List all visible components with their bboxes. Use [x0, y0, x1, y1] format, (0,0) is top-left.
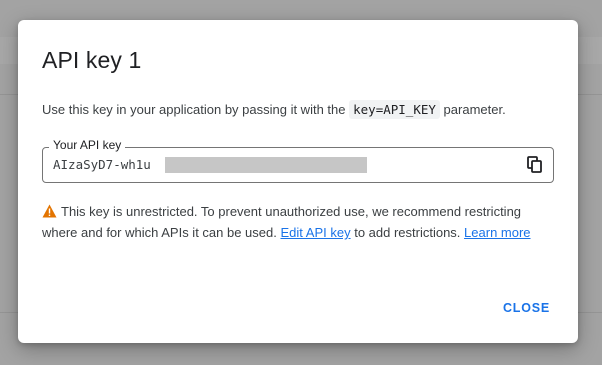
unrestricted-warning: This key is unrestricted. To prevent una…: [42, 202, 552, 242]
description-suffix: parameter.: [443, 102, 506, 117]
api-key-dialog: API key 1 Use this key in your applicati…: [18, 20, 578, 343]
warning-text-end: to add restrictions.: [354, 225, 461, 240]
redaction-bar: [165, 157, 367, 173]
copy-icon[interactable]: [527, 156, 543, 174]
close-button[interactable]: CLOSE: [503, 301, 550, 315]
api-key-value[interactable]: AIzaSyD7-wh1u: [53, 157, 151, 172]
api-key-field-label: Your API key: [49, 138, 126, 152]
dialog-title: API key 1: [42, 47, 142, 73]
warning-icon: [42, 204, 57, 223]
edit-api-key-link[interactable]: Edit API key: [280, 225, 350, 240]
api-key-field[interactable]: Your API key AIzaSyD7-wh1u: [42, 138, 554, 183]
learn-more-link[interactable]: Learn more: [464, 225, 530, 240]
description-code: key=API_KEY: [349, 100, 440, 119]
description-prefix: Use this key in your application by pass…: [42, 102, 346, 117]
dialog-description: Use this key in your application by pass…: [42, 100, 506, 119]
